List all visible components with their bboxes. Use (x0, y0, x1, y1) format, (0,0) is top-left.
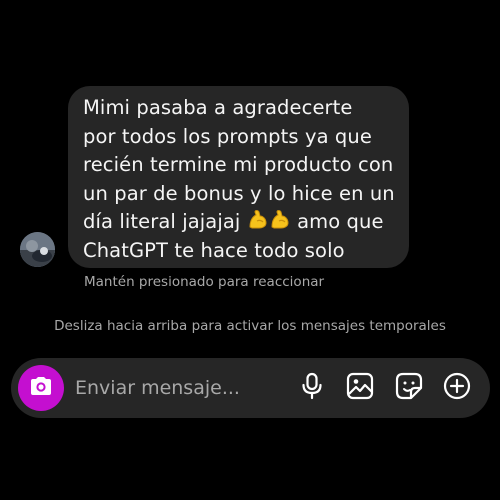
add-button[interactable] (442, 372, 472, 404)
gallery-icon (346, 372, 374, 404)
message-composer (11, 358, 490, 418)
reaction-hint: Mantén presionado para reaccionar (84, 274, 325, 290)
microphone-icon (301, 372, 323, 404)
message-line-with-emoji: día literal jajajaj amo que (83, 208, 399, 237)
camera-button[interactable] (18, 365, 64, 411)
message-text: día literal jajajaj (83, 210, 241, 233)
message-line: Mimi pasaba a agradecerte (83, 96, 353, 119)
avatar[interactable] (20, 232, 55, 267)
sticker-button[interactable] (394, 372, 424, 404)
message-line: por todos los prompts ya que (83, 124, 372, 148)
gallery-button[interactable] (345, 372, 375, 404)
message-line: recién termine mi producto con (83, 153, 394, 176)
flexed-biceps-icon (247, 208, 269, 230)
camera-icon (29, 376, 53, 400)
temporary-messages-hint: Desliza hacia arriba para activar los me… (54, 318, 446, 334)
message-line: ChatGPT te hace todo solo (83, 238, 345, 262)
sticker-icon (395, 372, 423, 404)
voice-button[interactable] (297, 372, 327, 404)
flexed-biceps-icon (269, 208, 291, 230)
add-icon (443, 372, 471, 404)
dm-thread: Mimi pasaba a agradecerte por todos los … (0, 0, 500, 500)
message-input[interactable] (75, 372, 285, 404)
message-bubble[interactable]: Mimi pasaba a agradecerte por todos los … (68, 86, 409, 268)
message-line: un par de bonus y lo hice en un (83, 181, 395, 205)
message-text: amo que (297, 210, 384, 233)
